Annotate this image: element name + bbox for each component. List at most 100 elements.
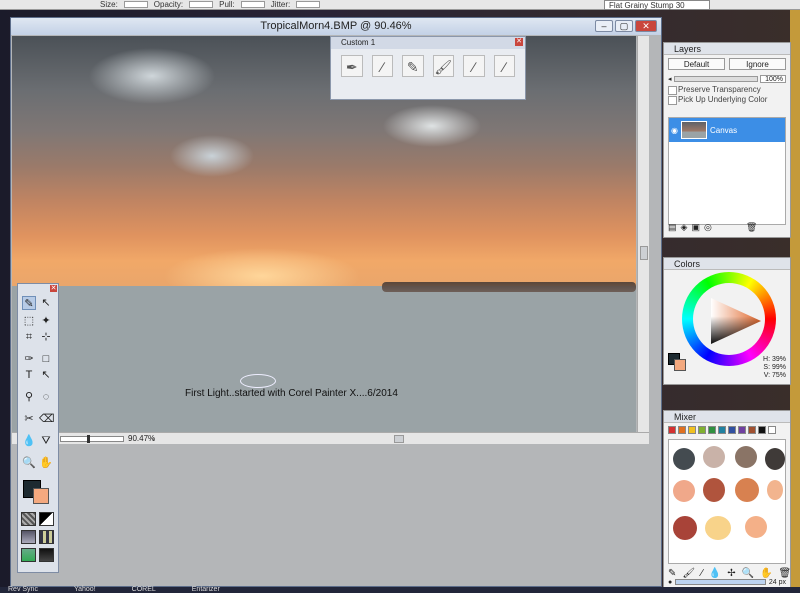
mask-icon[interactable]: ◎ [704,222,712,233]
jitter-field[interactable] [296,1,321,8]
vertical-scrollbar[interactable] [637,36,649,432]
pull-field[interactable] [240,1,265,8]
dynamic-plugins-icon[interactable]: ◈ [681,222,688,233]
swatch[interactable] [668,426,676,434]
mixer-color-swatches [664,423,790,437]
close-button[interactable]: ✕ [635,20,657,32]
crop-icon[interactable]: ⌗ [22,330,36,344]
composite-depth-dropdown[interactable]: Ignore [729,58,786,70]
composite-method-dropdown[interactable]: Default [668,58,725,70]
magic-wand-icon[interactable]: ✦ [39,314,53,328]
hue-value: H: 39% [763,356,786,363]
additional-color-swatch[interactable] [674,359,686,371]
lasso-icon[interactable]: ◌ [39,390,53,404]
mixer-pad[interactable] [668,439,786,564]
pen-icon[interactable]: ✑ [22,352,36,366]
paper-selector-icon[interactable] [21,512,36,526]
maximize-button[interactable]: ▢ [615,20,633,32]
custom-palette-title: Custom 1 [331,37,525,49]
layers-panel-title: Layers [664,43,790,55]
brush-preset-3[interactable]: ✎ [402,55,424,77]
nozzle-selector-icon[interactable] [21,548,36,562]
paint-blob [745,516,767,538]
paint-blob [735,446,757,468]
saturation-value: S: 99% [763,364,786,371]
taskbar-item[interactable]: Entarizer [192,586,220,593]
swatch[interactable] [698,426,706,434]
layer-adjuster-icon[interactable]: ↖ [39,296,53,310]
text-tool-icon[interactable]: T [22,368,36,382]
look-selector-icon[interactable] [39,548,54,562]
close-icon[interactable]: ✕ [50,285,57,292]
layers-panel: Layers Default Ignore ◂ 100% Preserve Tra… [663,42,791,238]
magnifier-icon[interactable]: 🔍 [22,456,36,470]
size-field[interactable] [123,1,148,8]
document-title: TropicalMorn4.BMP @ 90.46% [11,18,661,35]
eraser-icon[interactable]: ⌫ [39,412,55,426]
grabber-hand-icon[interactable]: ✋ [39,456,53,470]
painting-canvas[interactable]: First Light..started with Corel Painter … [12,36,636,432]
swatch[interactable] [718,426,726,434]
dropper-icon[interactable]: 💧 [22,434,36,448]
property-bar: Size: Opacity: Pull: Jitter: Flat Grainy… [0,0,800,10]
swatch[interactable] [678,426,686,434]
hue-ring[interactable] [682,272,776,366]
brush-preset-6[interactable]: ∕ [493,55,515,77]
brush-preset-4[interactable]: 🖌 [432,55,454,77]
mixer-panel-title: Mixer [664,411,790,423]
shape-selection-icon[interactable]: ↖ [39,368,53,382]
swatch[interactable] [758,426,766,434]
jitter-label: Jitter: [270,0,291,9]
layer-row[interactable]: ◉ Canvas [669,118,785,142]
additional-color-swatch[interactable] [33,488,49,504]
cloner-icon[interactable]: ✂ [22,412,36,426]
brush-size-slider[interactable] [675,579,766,585]
layer-commands-icon[interactable]: ▤ [668,222,677,233]
brush-preset-2[interactable]: ∕ [371,55,393,77]
scroll-left-icon[interactable]: ‹ [152,434,155,443]
new-layer-icon[interactable]: ▣ [691,222,700,233]
weave-selector-icon[interactable] [39,530,54,544]
brush-preset-1[interactable]: ✒ [341,55,363,77]
horizontal-scroll-thumb[interactable] [394,435,404,443]
layer-list: ◉ Canvas [668,117,786,225]
opacity-value[interactable]: 100% [760,75,786,83]
size-label: Size: [100,0,118,9]
opacity-field[interactable] [189,1,214,8]
vertical-scroll-thumb[interactable] [640,246,648,260]
document-window: TropicalMorn4.BMP @ 90.46% – ▢ ✕ First L… [10,17,662,587]
brush-preset-5[interactable]: ∕ [463,55,485,77]
swatch[interactable] [708,426,716,434]
opacity-slider[interactable] [673,76,758,82]
preserve-transparency-checkbox[interactable]: Preserve Transparency [664,85,790,95]
horizontal-scrollbar[interactable]: 90.47% ‹ [12,432,649,444]
swatch[interactable] [738,426,746,434]
close-icon[interactable]: ✕ [515,38,523,46]
brush-variant-selector[interactable]: Flat Grainy Stump 30 [604,0,710,10]
delete-layer-icon[interactable]: 🗑 [746,222,757,233]
swatch[interactable] [728,426,736,434]
paint-blob [765,448,785,470]
taskbar-item[interactable]: Yahoo! [74,586,96,593]
rectangle-shape-icon[interactable]: □ [39,352,53,366]
paint-bucket-icon[interactable]: ⛛ [39,434,53,448]
eye-icon[interactable]: ◉ [671,126,678,135]
brush-tool-icon[interactable]: ✎ [22,296,36,310]
pick-up-underlying-checkbox[interactable]: Pick Up Underlying Color [664,95,790,105]
zoom-slider[interactable] [60,434,124,443]
rectangular-select-icon[interactable]: ⬚ [22,314,36,328]
swatch[interactable] [688,426,696,434]
pull-label: Pull: [219,0,235,9]
swatch[interactable] [768,426,776,434]
swatch[interactable] [748,426,756,434]
brush-cursor-icon [240,374,276,388]
transform-icon[interactable]: ⊹ [39,330,53,344]
taskbar-item[interactable]: Rev Sync [8,586,38,593]
brush-size-icon: ● [668,578,673,586]
minimize-button[interactable]: – [595,20,613,32]
magnifier-brush-icon[interactable]: ⚲ [22,390,36,404]
sea-area [12,286,636,432]
pattern-selector-icon[interactable] [21,530,36,544]
gradient-selector-icon[interactable] [39,512,54,526]
taskbar-item[interactable]: COREL [132,586,156,593]
